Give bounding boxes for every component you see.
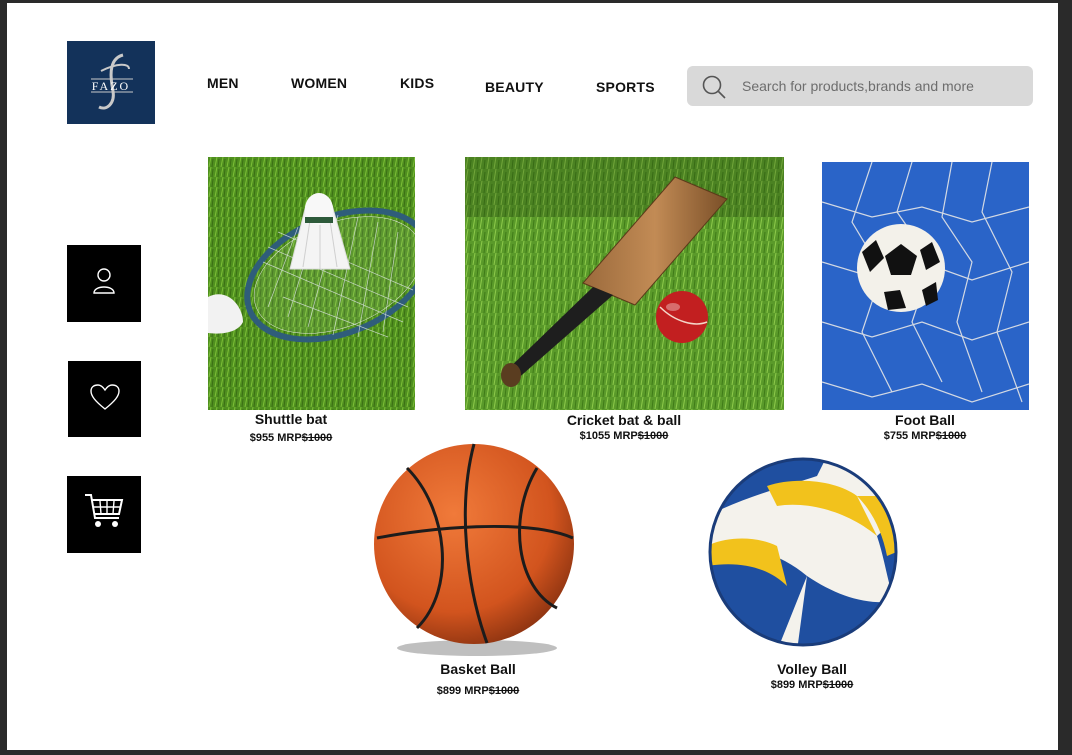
search-icon[interactable] [701,74,727,105]
nav-beauty[interactable]: BEAUTY [485,79,544,95]
mrp-label: MRP [277,432,302,444]
heart-icon [89,383,121,416]
price: $955 [249,432,275,444]
mrp-label: MRP [911,430,936,442]
search-input[interactable] [742,66,1022,106]
mrp-label: MRP [613,430,638,442]
product-name-shuttle-bat: Shuttle bat [254,411,328,427]
mrp-value: $1000 [935,430,967,442]
mrp-value: $1000 [822,679,854,691]
search-bar[interactable] [687,66,1033,106]
price: $899 [436,685,462,697]
page: FAZO MEN WOMEN KIDS BEAUTY SPORTS Search… [7,3,1058,750]
product-image-cricket-bat-ball[interactable] [465,157,784,410]
product-name-foot-ball: Foot Ball [895,412,955,428]
product-price-volley-ball: $899 MRP$1000 [771,679,854,691]
cart-button[interactable] [67,476,141,553]
account-button[interactable] [67,245,141,322]
mrp-value: $1000 [301,432,333,444]
price: $899 [770,679,796,691]
nav-kids[interactable]: KIDS [400,75,434,91]
wishlist-button[interactable] [68,361,141,437]
product-price-cricket-bat-ball: $1055 MRP$1000 [580,430,669,442]
product-image-shuttle-bat[interactable] [208,157,415,410]
price: $755 [883,430,909,442]
product-price-foot-ball: $755 MRP$1000 [884,430,967,442]
mrp-value: $1000 [637,430,669,442]
product-image-volley-ball[interactable] [707,456,899,651]
product-name-basket-ball: Basket Ball [440,661,516,677]
cart-icon [83,492,125,537]
nav-men[interactable]: MEN [207,75,239,91]
product-price-basket-ball: $899 MRP$1000 [437,685,520,697]
product-image-basket-ball[interactable] [367,438,587,660]
product-name-cricket-bat-ball: Cricket bat & ball [566,412,682,428]
mrp-value: $1000 [488,685,520,697]
nav-sports[interactable]: SPORTS [596,79,655,95]
product-price-shuttle-bat: $955 MRP$1000 [250,432,333,444]
logo-text: FAZO [92,79,130,93]
product-image-foot-ball[interactable] [822,162,1029,410]
mrp-label: MRP [798,679,823,691]
nav-women[interactable]: WOMEN [291,75,347,91]
brand-logo[interactable]: FAZO [67,41,155,124]
user-icon [91,266,117,301]
product-name-volley-ball: Volley Ball [777,661,847,677]
mrp-label: MRP [464,685,489,697]
